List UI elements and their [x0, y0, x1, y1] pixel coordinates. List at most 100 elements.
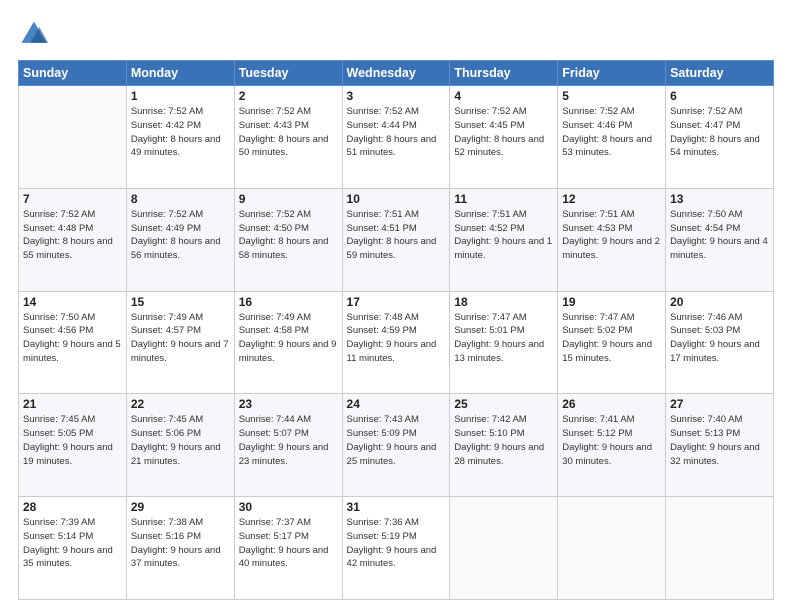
- calendar-cell: 2Sunrise: 7:52 AMSunset: 4:43 PMDaylight…: [234, 86, 342, 189]
- calendar-cell: 18 Sunrise: 7:47 AMSunset: 5:01 PMDayligh…: [450, 291, 558, 394]
- calendar-cell: 6 Sunrise: 7:52 AMSunset: 4:47 PMDaylight…: [666, 86, 774, 189]
- day-number: 27: [670, 397, 769, 411]
- calendar-cell: 7 Sunrise: 7:52 AMSunset: 4:48 PMDaylight…: [19, 188, 127, 291]
- day-detail: Sunrise: 7:52 AMSunset: 4:47 PMDaylight:…: [670, 105, 769, 160]
- day-number: 8: [131, 192, 230, 206]
- day-number: 21: [23, 397, 122, 411]
- calendar-cell: 11 Sunrise: 7:51 AMSunset: 4:52 PMDayligh…: [450, 188, 558, 291]
- weekday-header: Sunday: [19, 61, 127, 86]
- day-detail: Sunrise: 7:44 AMSunset: 5:07 PMDaylight:…: [239, 413, 338, 468]
- day-detail: Sunrise: 7:52 AMSunset: 4:45 PMDaylight:…: [454, 105, 553, 160]
- day-detail: Sunrise: 7:43 AMSunset: 5:09 PMDaylight:…: [347, 413, 446, 468]
- calendar-cell: 22Sunrise: 7:45 AMSunset: 5:06 PMDayligh…: [126, 394, 234, 497]
- calendar-cell: 12Sunrise: 7:51 AMSunset: 4:53 PMDayligh…: [558, 188, 666, 291]
- day-number: 15: [131, 295, 230, 309]
- day-detail: Sunrise: 7:51 AMSunset: 4:52 PMDaylight:…: [454, 208, 553, 263]
- day-number: 18: [454, 295, 553, 309]
- calendar-week-row: 28 Sunrise: 7:39 AMSunset: 5:14 PMDayligh…: [19, 497, 774, 600]
- logo: [18, 18, 54, 50]
- day-number: 7: [23, 192, 122, 206]
- day-number: 19: [562, 295, 661, 309]
- calendar-page: SundayMondayTuesdayWednesdayThursdayFrid…: [0, 0, 792, 612]
- calendar-cell: 20 Sunrise: 7:46 AMSunset: 5:03 PMDayligh…: [666, 291, 774, 394]
- weekday-header: Tuesday: [234, 61, 342, 86]
- day-detail: Sunrise: 7:52 AMSunset: 4:46 PMDaylight:…: [562, 105, 661, 160]
- day-detail: Sunrise: 7:49 AMSunset: 4:57 PMDaylight:…: [131, 311, 230, 366]
- day-number: 9: [239, 192, 338, 206]
- day-number: 3: [347, 89, 446, 103]
- day-detail: Sunrise: 7:41 AMSunset: 5:12 PMDaylight:…: [562, 413, 661, 468]
- day-number: 5: [562, 89, 661, 103]
- calendar-cell: [450, 497, 558, 600]
- day-detail: Sunrise: 7:47 AMSunset: 5:02 PMDaylight:…: [562, 311, 661, 366]
- day-number: 14: [23, 295, 122, 309]
- day-detail: Sunrise: 7:52 AMSunset: 4:49 PMDaylight:…: [131, 208, 230, 263]
- day-detail: Sunrise: 7:47 AMSunset: 5:01 PMDaylight:…: [454, 311, 553, 366]
- day-detail: Sunrise: 7:52 AMSunset: 4:50 PMDaylight:…: [239, 208, 338, 263]
- day-number: 6: [670, 89, 769, 103]
- calendar-week-row: 1Sunrise: 7:52 AMSunset: 4:42 PMDaylight…: [19, 86, 774, 189]
- day-number: 10: [347, 192, 446, 206]
- calendar-cell: 27 Sunrise: 7:40 AMSunset: 5:13 PMDayligh…: [666, 394, 774, 497]
- day-number: 12: [562, 192, 661, 206]
- day-detail: Sunrise: 7:52 AMSunset: 4:42 PMDaylight:…: [131, 105, 230, 160]
- calendar-cell: 13 Sunrise: 7:50 AMSunset: 4:54 PMDayligh…: [666, 188, 774, 291]
- day-detail: Sunrise: 7:48 AMSunset: 4:59 PMDaylight:…: [347, 311, 446, 366]
- calendar-cell: 14Sunrise: 7:50 AMSunset: 4:56 PMDayligh…: [19, 291, 127, 394]
- day-detail: Sunrise: 7:49 AMSunset: 4:58 PMDaylight:…: [239, 311, 338, 366]
- calendar-cell: 21 Sunrise: 7:45 AMSunset: 5:05 PMDayligh…: [19, 394, 127, 497]
- calendar-cell: 4 Sunrise: 7:52 AMSunset: 4:45 PMDaylight…: [450, 86, 558, 189]
- calendar-cell: 5 Sunrise: 7:52 AMSunset: 4:46 PMDaylight…: [558, 86, 666, 189]
- calendar-cell: 15 Sunrise: 7:49 AMSunset: 4:57 PMDayligh…: [126, 291, 234, 394]
- weekday-header-row: SundayMondayTuesdayWednesdayThursdayFrid…: [19, 61, 774, 86]
- calendar-cell: 23 Sunrise: 7:44 AMSunset: 5:07 PMDayligh…: [234, 394, 342, 497]
- calendar-cell: 9 Sunrise: 7:52 AMSunset: 4:50 PMDaylight…: [234, 188, 342, 291]
- calendar-cell: 29Sunrise: 7:38 AMSunset: 5:16 PMDayligh…: [126, 497, 234, 600]
- day-number: 30: [239, 500, 338, 514]
- weekday-header: Wednesday: [342, 61, 450, 86]
- calendar-cell: 30 Sunrise: 7:37 AMSunset: 5:17 PMDayligh…: [234, 497, 342, 600]
- calendar-cell: 10 Sunrise: 7:51 AMSunset: 4:51 PMDayligh…: [342, 188, 450, 291]
- day-detail: Sunrise: 7:39 AMSunset: 5:14 PMDaylight:…: [23, 516, 122, 571]
- day-detail: Sunrise: 7:45 AMSunset: 5:05 PMDaylight:…: [23, 413, 122, 468]
- weekday-header: Thursday: [450, 61, 558, 86]
- calendar-cell: 26 Sunrise: 7:41 AMSunset: 5:12 PMDayligh…: [558, 394, 666, 497]
- day-detail: Sunrise: 7:40 AMSunset: 5:13 PMDaylight:…: [670, 413, 769, 468]
- calendar-week-row: 14Sunrise: 7:50 AMSunset: 4:56 PMDayligh…: [19, 291, 774, 394]
- day-number: 13: [670, 192, 769, 206]
- calendar-cell: 19 Sunrise: 7:47 AMSunset: 5:02 PMDayligh…: [558, 291, 666, 394]
- day-detail: Sunrise: 7:37 AMSunset: 5:17 PMDaylight:…: [239, 516, 338, 571]
- calendar-cell: 1Sunrise: 7:52 AMSunset: 4:42 PMDaylight…: [126, 86, 234, 189]
- day-detail: Sunrise: 7:52 AMSunset: 4:48 PMDaylight:…: [23, 208, 122, 263]
- day-number: 23: [239, 397, 338, 411]
- weekday-header: Friday: [558, 61, 666, 86]
- day-detail: Sunrise: 7:51 AMSunset: 4:51 PMDaylight:…: [347, 208, 446, 263]
- day-number: 24: [347, 397, 446, 411]
- calendar-cell: 8 Sunrise: 7:52 AMSunset: 4:49 PMDaylight…: [126, 188, 234, 291]
- day-detail: Sunrise: 7:38 AMSunset: 5:16 PMDaylight:…: [131, 516, 230, 571]
- calendar-week-row: 7 Sunrise: 7:52 AMSunset: 4:48 PMDaylight…: [19, 188, 774, 291]
- calendar-cell: [666, 497, 774, 600]
- day-number: 4: [454, 89, 553, 103]
- day-number: 17: [347, 295, 446, 309]
- day-number: 28: [23, 500, 122, 514]
- header: [18, 18, 774, 50]
- day-detail: Sunrise: 7:52 AMSunset: 4:44 PMDaylight:…: [347, 105, 446, 160]
- calendar-cell: [19, 86, 127, 189]
- day-detail: Sunrise: 7:46 AMSunset: 5:03 PMDaylight:…: [670, 311, 769, 366]
- calendar-cell: 24 Sunrise: 7:43 AMSunset: 5:09 PMDayligh…: [342, 394, 450, 497]
- day-number: 20: [670, 295, 769, 309]
- calendar-cell: 16Sunrise: 7:49 AMSunset: 4:58 PMDayligh…: [234, 291, 342, 394]
- logo-icon: [18, 18, 50, 50]
- day-number: 25: [454, 397, 553, 411]
- day-detail: Sunrise: 7:52 AMSunset: 4:43 PMDaylight:…: [239, 105, 338, 160]
- day-number: 26: [562, 397, 661, 411]
- calendar-week-row: 21 Sunrise: 7:45 AMSunset: 5:05 PMDayligh…: [19, 394, 774, 497]
- calendar-cell: [558, 497, 666, 600]
- calendar-cell: 17 Sunrise: 7:48 AMSunset: 4:59 PMDayligh…: [342, 291, 450, 394]
- day-number: 11: [454, 192, 553, 206]
- day-number: 31: [347, 500, 446, 514]
- weekday-header: Saturday: [666, 61, 774, 86]
- calendar-table: SundayMondayTuesdayWednesdayThursdayFrid…: [18, 60, 774, 600]
- day-detail: Sunrise: 7:50 AMSunset: 4:54 PMDaylight:…: [670, 208, 769, 263]
